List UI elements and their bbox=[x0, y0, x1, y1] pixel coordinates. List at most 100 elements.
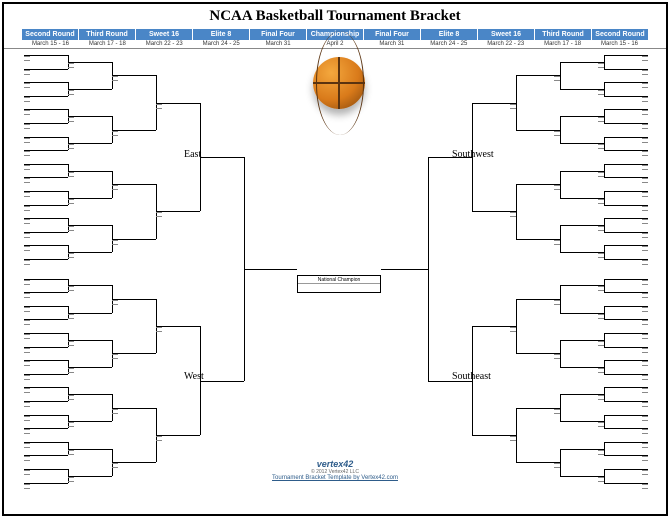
seed-slot[interactable] bbox=[68, 144, 74, 149]
seed-slot[interactable] bbox=[68, 422, 74, 427]
seed-slot[interactable] bbox=[598, 117, 604, 122]
seed-slot[interactable] bbox=[598, 368, 604, 373]
seed-slot[interactable] bbox=[24, 260, 30, 265]
seed-slot[interactable] bbox=[510, 212, 516, 217]
seed-slot[interactable] bbox=[24, 484, 30, 489]
seed-slot[interactable] bbox=[24, 233, 30, 238]
seed-slot[interactable] bbox=[68, 395, 74, 400]
seed-slot[interactable] bbox=[68, 450, 74, 455]
seed-slot[interactable] bbox=[510, 104, 516, 109]
seed-slot[interactable] bbox=[642, 97, 648, 102]
seed-slot[interactable] bbox=[24, 402, 30, 407]
seed-slot[interactable] bbox=[112, 354, 118, 359]
seed-slot[interactable] bbox=[24, 246, 30, 251]
seed-slot[interactable] bbox=[112, 131, 118, 136]
seed-slot[interactable] bbox=[24, 192, 30, 197]
seed-slot[interactable] bbox=[554, 240, 560, 245]
seed-slot[interactable] bbox=[156, 212, 162, 217]
seed-slot[interactable] bbox=[642, 402, 648, 407]
seed-slot[interactable] bbox=[68, 63, 74, 68]
seed-slot[interactable] bbox=[598, 253, 604, 258]
seed-slot[interactable] bbox=[642, 110, 648, 115]
seed-slot[interactable] bbox=[68, 368, 74, 373]
seed-slot[interactable] bbox=[24, 138, 30, 143]
seed-slot[interactable] bbox=[642, 293, 648, 298]
seed-slot[interactable] bbox=[642, 307, 648, 312]
champion-slot[interactable]: National Champion bbox=[297, 275, 381, 293]
seed-slot[interactable] bbox=[642, 280, 648, 285]
seed-slot[interactable] bbox=[642, 206, 648, 211]
seed-slot[interactable] bbox=[24, 416, 30, 421]
seed-slot[interactable] bbox=[554, 463, 560, 468]
seed-slot[interactable] bbox=[24, 443, 30, 448]
seed-slot[interactable] bbox=[642, 375, 648, 380]
seed-slot[interactable] bbox=[68, 199, 74, 204]
seed-slot[interactable] bbox=[642, 260, 648, 265]
seed-slot[interactable] bbox=[24, 361, 30, 366]
seed-slot[interactable] bbox=[24, 97, 30, 102]
seed-slot[interactable] bbox=[112, 300, 118, 305]
seed-slot[interactable] bbox=[24, 110, 30, 115]
seed-slot[interactable] bbox=[554, 131, 560, 136]
seed-slot[interactable] bbox=[598, 477, 604, 482]
seed-slot[interactable] bbox=[642, 361, 648, 366]
seed-slot[interactable] bbox=[24, 206, 30, 211]
seed-slot[interactable] bbox=[642, 165, 648, 170]
seed-slot[interactable] bbox=[554, 300, 560, 305]
seed-slot[interactable] bbox=[68, 90, 74, 95]
seed-slot[interactable] bbox=[642, 429, 648, 434]
seed-slot[interactable] bbox=[554, 76, 560, 81]
seed-slot[interactable] bbox=[24, 307, 30, 312]
seed-slot[interactable] bbox=[598, 144, 604, 149]
seed-slot[interactable] bbox=[68, 314, 74, 319]
seed-slot[interactable] bbox=[112, 240, 118, 245]
seed-slot[interactable] bbox=[598, 63, 604, 68]
seed-slot[interactable] bbox=[68, 341, 74, 346]
seed-slot[interactable] bbox=[24, 320, 30, 325]
seed-slot[interactable] bbox=[24, 456, 30, 461]
seed-slot[interactable] bbox=[112, 185, 118, 190]
seed-slot[interactable] bbox=[24, 56, 30, 61]
seed-slot[interactable] bbox=[598, 286, 604, 291]
seed-slot[interactable] bbox=[642, 233, 648, 238]
seed-slot[interactable] bbox=[24, 429, 30, 434]
seed-slot[interactable] bbox=[68, 477, 74, 482]
seed-slot[interactable] bbox=[24, 293, 30, 298]
seed-slot[interactable] bbox=[642, 192, 648, 197]
seed-slot[interactable] bbox=[598, 172, 604, 177]
seed-slot[interactable] bbox=[642, 416, 648, 421]
seed-slot[interactable] bbox=[24, 280, 30, 285]
seed-slot[interactable] bbox=[68, 226, 74, 231]
seed-slot[interactable] bbox=[24, 375, 30, 380]
seed-slot[interactable] bbox=[642, 320, 648, 325]
seed-slot[interactable] bbox=[112, 76, 118, 81]
seed-slot[interactable] bbox=[598, 395, 604, 400]
seed-slot[interactable] bbox=[24, 70, 30, 75]
seed-slot[interactable] bbox=[642, 124, 648, 129]
seed-slot[interactable] bbox=[112, 409, 118, 414]
seed-slot[interactable] bbox=[68, 253, 74, 258]
seed-slot[interactable] bbox=[554, 409, 560, 414]
seed-slot[interactable] bbox=[642, 246, 648, 251]
seed-slot[interactable] bbox=[642, 470, 648, 475]
seed-slot[interactable] bbox=[598, 90, 604, 95]
seed-slot[interactable] bbox=[642, 83, 648, 88]
seed-slot[interactable] bbox=[642, 348, 648, 353]
seed-slot[interactable] bbox=[510, 327, 516, 332]
seed-slot[interactable] bbox=[554, 185, 560, 190]
seed-slot[interactable] bbox=[642, 388, 648, 393]
seed-slot[interactable] bbox=[642, 219, 648, 224]
seed-slot[interactable] bbox=[24, 124, 30, 129]
seed-slot[interactable] bbox=[68, 172, 74, 177]
seed-slot[interactable] bbox=[598, 341, 604, 346]
seed-slot[interactable] bbox=[510, 436, 516, 441]
seed-slot[interactable] bbox=[24, 470, 30, 475]
seed-slot[interactable] bbox=[554, 354, 560, 359]
seed-slot[interactable] bbox=[156, 327, 162, 332]
seed-slot[interactable] bbox=[642, 484, 648, 489]
seed-slot[interactable] bbox=[24, 83, 30, 88]
seed-slot[interactable] bbox=[24, 219, 30, 224]
seed-slot[interactable] bbox=[112, 463, 118, 468]
seed-slot[interactable] bbox=[642, 70, 648, 75]
seed-slot[interactable] bbox=[68, 286, 74, 291]
